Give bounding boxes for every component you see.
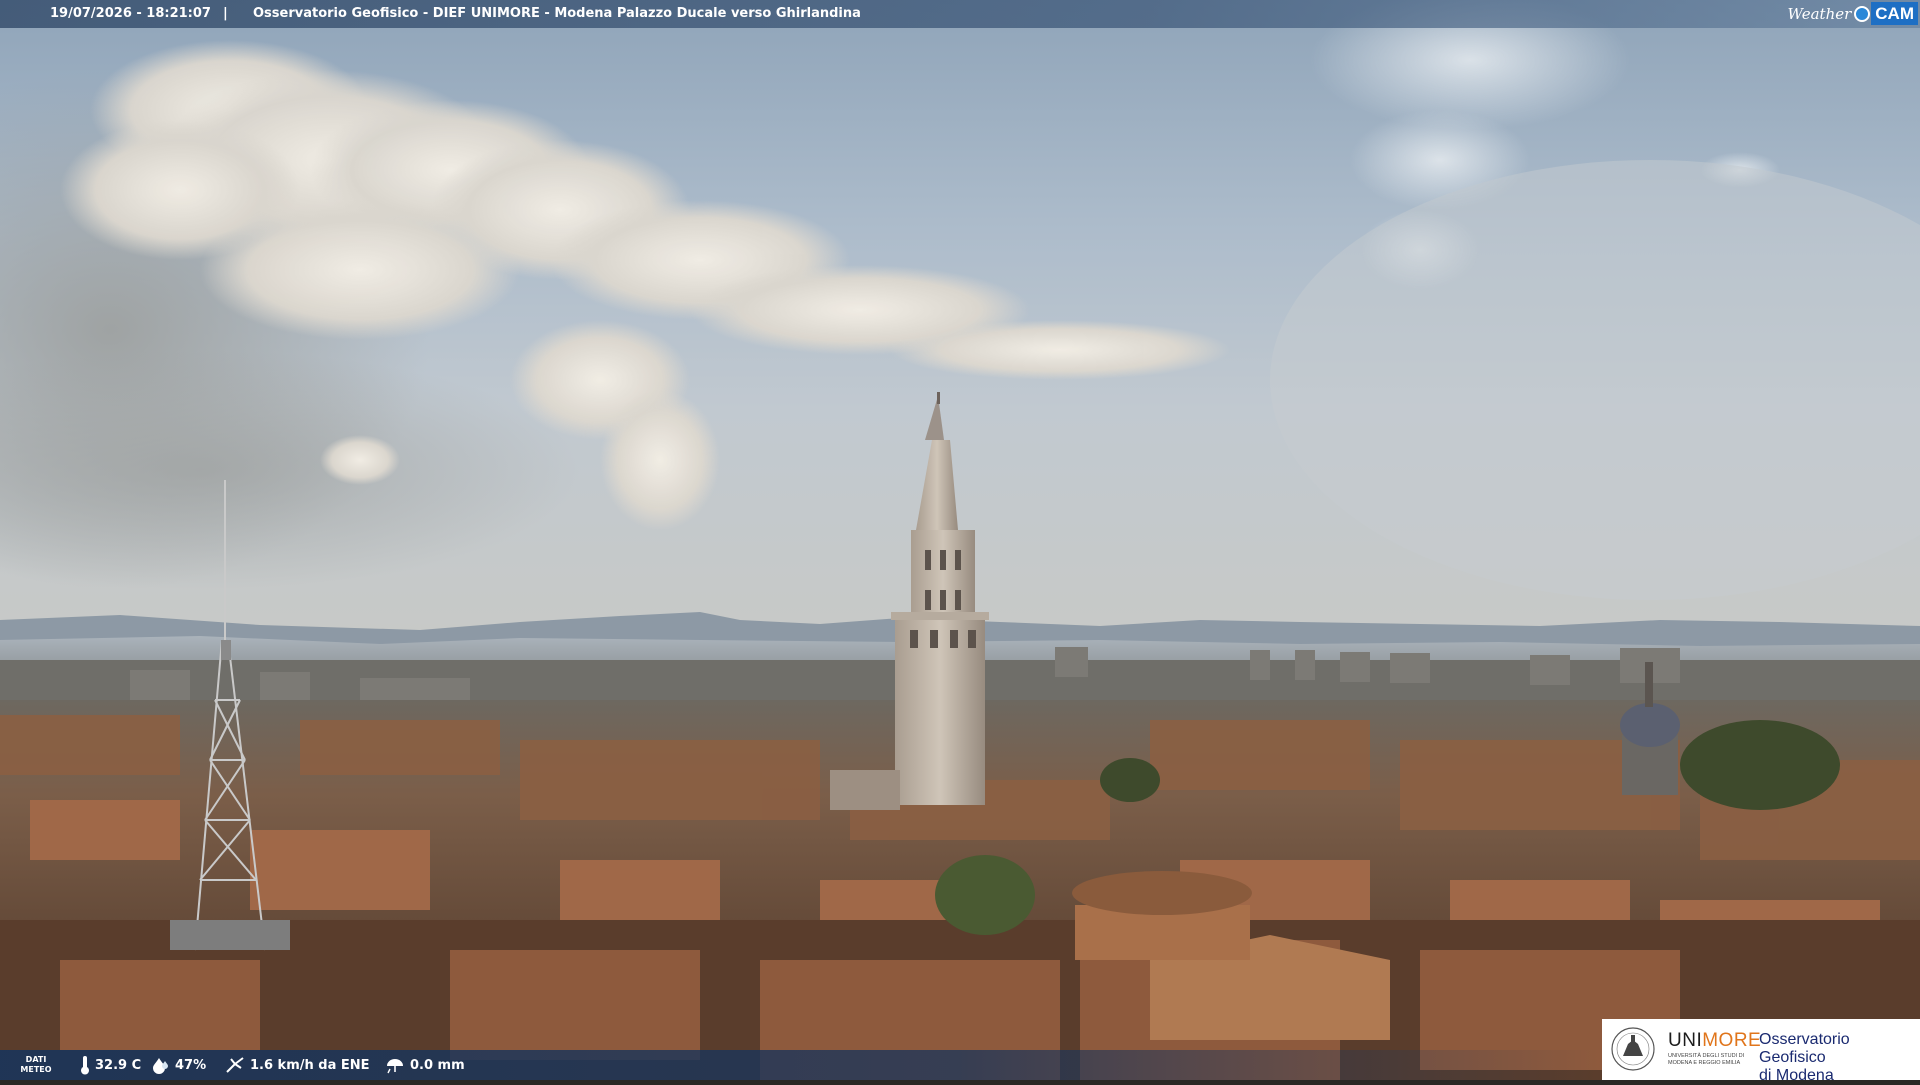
humidity-reading: 47% xyxy=(152,1050,206,1080)
weather-data-label: DATI METEO xyxy=(18,1055,54,1075)
wind-icon xyxy=(226,1057,244,1073)
caption-bar: 19/07/2026 - 18:21:07 | Osservatorio Geo… xyxy=(0,0,1920,28)
rain-value: 0.0 mm xyxy=(410,1057,465,1073)
weathercam-logo-word2: CAM xyxy=(1871,2,1918,25)
camera-caption: Osservatorio Geofisico - DIEF UNIMORE - … xyxy=(253,6,861,21)
caption-separator: | xyxy=(223,6,228,21)
webcam-image xyxy=(0,0,1920,1080)
observatory-name: Osservatorio Geofisico di Modena xyxy=(1759,1031,1920,1085)
unimore-wordmark: UNIMORE xyxy=(1668,1030,1761,1052)
rain-reading: 0.0 mm xyxy=(385,1050,465,1080)
timestamp: 19/07/2026 - 18:21:07 xyxy=(50,6,211,21)
humidity-value: 47% xyxy=(175,1057,207,1073)
wind-reading: 1.6 km/h da ENE xyxy=(225,1050,370,1080)
unimore-wordmark-part2: MORE xyxy=(1702,1030,1762,1051)
weather-data-label-line2: METEO xyxy=(20,1065,52,1074)
weathercam-logo-word1: Weather xyxy=(1787,4,1852,23)
weather-data-strip: DATI METEO 32.9 C 47% 1.6 km/h da ENE 0.… xyxy=(0,1050,1600,1080)
observatory-name-line1: Osservatorio Geofisico xyxy=(1759,1031,1850,1066)
wind-value: 1.6 km/h da ENE xyxy=(250,1057,370,1073)
weather-data-label-line1: DATI xyxy=(25,1055,47,1064)
unimore-observatory-logo: UNIMORE Università degli Studi di Modena… xyxy=(1602,1019,1920,1084)
temperature-reading: 32.9 C xyxy=(80,1050,141,1080)
rain-icon xyxy=(387,1059,403,1074)
observatory-name-line2: di Modena xyxy=(1759,1067,1834,1084)
weathercam-logo: Weather CAM xyxy=(1786,2,1918,25)
temperature-value: 32.9 C xyxy=(95,1057,142,1073)
university-seal-icon xyxy=(1611,1027,1655,1071)
thermometer-icon xyxy=(81,1056,89,1075)
unimore-subtitle: Università degli Studi di Modena e Reggi… xyxy=(1668,1053,1745,1066)
humidity-drop-icon xyxy=(153,1058,168,1074)
weathercam-lens-icon xyxy=(1854,5,1871,22)
unimore-wordmark-part1: UNI xyxy=(1668,1030,1703,1051)
